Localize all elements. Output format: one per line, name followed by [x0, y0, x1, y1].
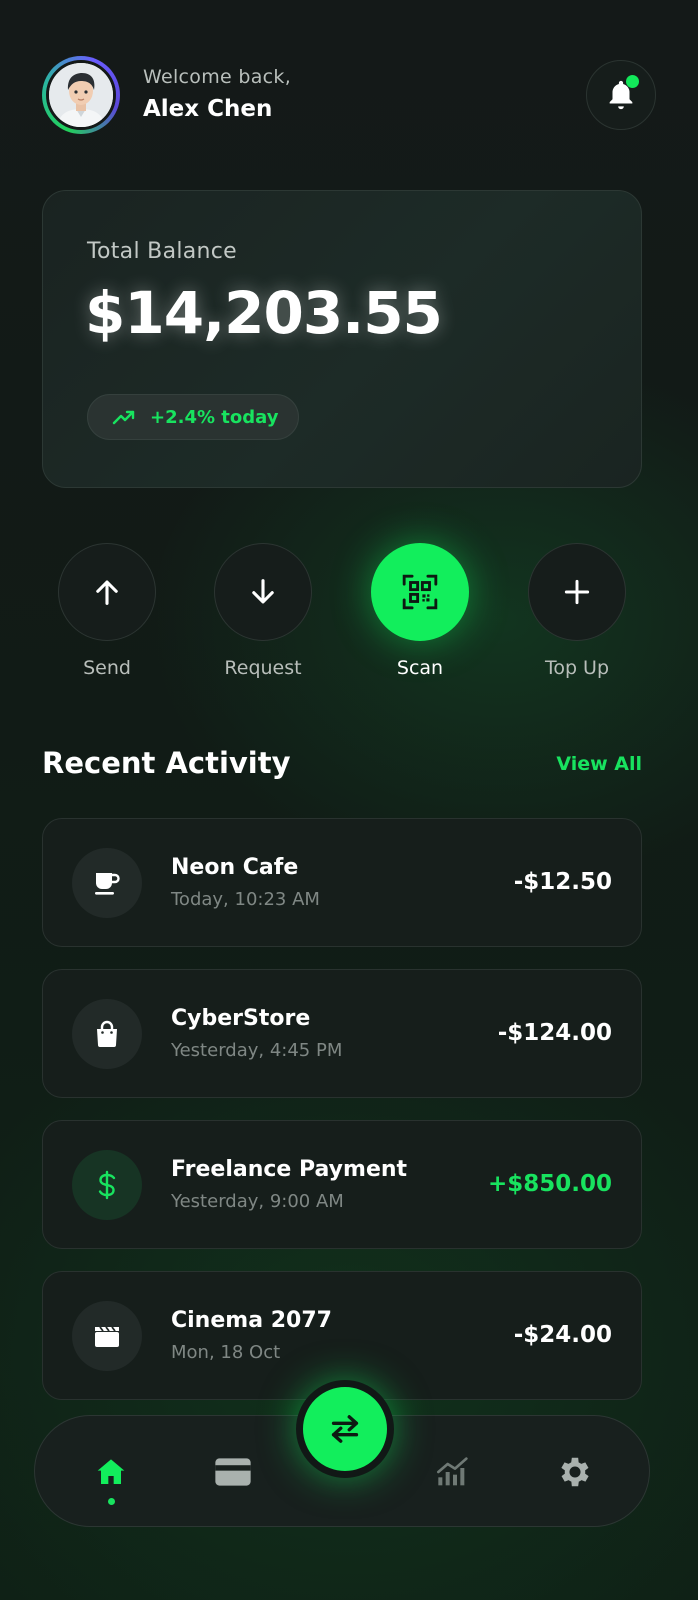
transaction-name: Freelance Payment [171, 1157, 408, 1182]
shopping-bag-icon [97, 1020, 117, 1047]
transaction-amount: +$850.00 [487, 1171, 612, 1197]
transaction-icon [72, 1150, 142, 1220]
balance-card: Total Balance $14,203.55 +2.4% today [42, 190, 642, 488]
send-action[interactable]: Send [37, 543, 177, 679]
scan-action[interactable]: Scan [350, 543, 490, 679]
nav-home[interactable] [71, 1416, 151, 1528]
coffee-icon [95, 873, 120, 895]
welcome-text: Welcome back, [143, 66, 292, 88]
dollar-icon [98, 1170, 116, 1200]
transfer-button[interactable] [296, 1380, 394, 1478]
request-label: Request [224, 657, 302, 679]
transaction-list: Neon Cafe Today, 10:23 AM -$12.50 CyberS… [42, 818, 642, 1422]
balance-amount: $14,203.55 [85, 279, 443, 347]
top-up-label: Top Up [544, 657, 610, 679]
user-avatar-icon [46, 60, 116, 130]
notifications-button[interactable] [586, 60, 656, 130]
settings-icon [561, 1457, 589, 1487]
request-action[interactable]: Request [193, 543, 333, 679]
nav-cards[interactable] [193, 1416, 273, 1528]
header: Welcome back, Alex Chen [42, 56, 656, 134]
balance-change-badge: +2.4% today [87, 394, 299, 440]
nav-active-indicator [108, 1498, 115, 1505]
trending-up-icon [112, 410, 135, 425]
avatar[interactable] [42, 56, 120, 134]
transaction-row[interactable]: Freelance Payment Yesterday, 9:00 AM +$8… [42, 1120, 642, 1249]
plus-icon [564, 579, 590, 605]
transaction-row[interactable]: CyberStore Yesterday, 4:45 PM -$124.00 [42, 969, 642, 1098]
user-name: Alex Chen [143, 96, 273, 122]
transaction-icon [72, 1301, 142, 1371]
qr-scan-icon [402, 574, 438, 610]
transaction-icon [72, 999, 142, 1069]
home-icon [97, 1459, 125, 1484]
chart-icon [437, 1457, 468, 1486]
transaction-time: Yesterday, 9:00 AM [171, 1191, 344, 1212]
transaction-amount: -$12.50 [513, 869, 612, 895]
transaction-icon [72, 848, 142, 918]
top-up-action[interactable]: Top Up [507, 543, 647, 679]
scan-button[interactable] [371, 543, 469, 641]
transaction-name: Cinema 2077 [171, 1308, 332, 1333]
card-icon [215, 1458, 251, 1486]
transaction-time: Mon, 18 Oct [171, 1342, 281, 1363]
notification-badge [626, 75, 639, 88]
view-all-link[interactable]: View All [556, 753, 642, 775]
top-up-button[interactable] [528, 543, 626, 641]
nav-settings[interactable] [535, 1416, 615, 1528]
transaction-name: Neon Cafe [171, 855, 299, 880]
request-button[interactable] [214, 543, 312, 641]
transfer-icon [331, 1415, 359, 1443]
transaction-amount: -$24.00 [513, 1322, 612, 1348]
arrow-up-icon [96, 580, 118, 605]
send-label: Send [83, 657, 131, 679]
transaction-time: Today, 10:23 AM [171, 889, 320, 910]
quick-actions: Send Request Scan Top Up [0, 543, 698, 693]
recent-activity-title: Recent Activity [42, 746, 291, 780]
transaction-row[interactable]: Neon Cafe Today, 10:23 AM -$12.50 [42, 818, 642, 947]
transaction-name: CyberStore [171, 1006, 311, 1031]
scan-label: Scan [396, 657, 444, 679]
transaction-amount: -$124.00 [497, 1020, 612, 1046]
balance-change-text: +2.4% today [150, 406, 279, 428]
balance-label: Total Balance [87, 239, 238, 264]
clapperboard-icon [95, 1326, 119, 1347]
arrow-down-icon [252, 579, 274, 604]
transaction-time: Yesterday, 4:45 PM [171, 1040, 343, 1061]
nav-analytics[interactable] [413, 1416, 493, 1528]
send-button[interactable] [58, 543, 156, 641]
